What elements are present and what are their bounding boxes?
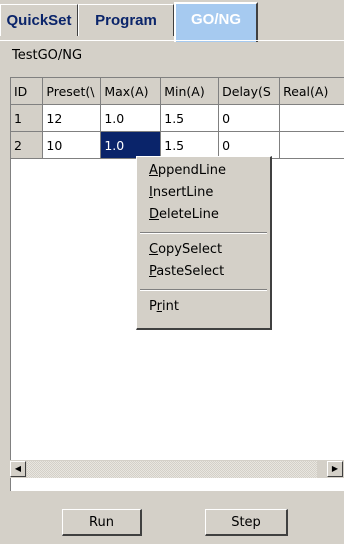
col-header-delay[interactable]: Delay(S [218,78,281,105]
tab-bar: QuickSet Program GO/NG [0,0,344,42]
col-header-id[interactable]: ID [11,78,44,105]
col-header-real[interactable]: Real(A) [279,78,344,105]
scroll-track[interactable] [27,461,317,478]
table-cell[interactable]: 12 [42,104,102,132]
table-cell[interactable] [279,104,344,132]
row-id-cell[interactable]: 2 [11,131,44,159]
scroll-left-button[interactable]: ◀ [10,461,26,477]
step-button[interactable]: Step [205,509,288,536]
arrow-left-icon: ◀ [14,464,22,473]
table-row: 1 12 1.0 1.5 0 [11,104,344,132]
run-button[interactable]: Run [62,509,142,536]
horizontal-scrollbar[interactable]: ◀ ▶ [10,460,344,478]
menu-separator [140,289,267,291]
grid-header-row: ID Preset(\ Max(A) Min(A) Delay(S Real(A… [11,78,344,105]
tab-quickset[interactable]: QuickSet [0,4,78,36]
col-header-preset[interactable]: Preset(\ [42,78,102,105]
col-header-max[interactable]: Max(A) [100,78,162,105]
table-row: 2 10 1.0 1.5 0 [11,131,344,159]
menu-item-copy-select[interactable]: CopySelect [137,239,270,261]
menu-separator [140,232,267,234]
group-label: TestGO/NG [12,48,83,63]
table-cell[interactable]: 0 [218,131,281,159]
col-header-min[interactable]: Min(A) [160,78,220,105]
tab-underline [0,40,344,41]
table-cell[interactable]: 1.5 [160,131,220,159]
tab-go-ng[interactable]: GO/NG [174,2,258,42]
scroll-right-button[interactable]: ▶ [327,461,343,477]
tab-program[interactable]: Program [78,4,174,36]
row-id-cell[interactable]: 1 [11,104,44,132]
selected-cell[interactable]: 1.0 [100,131,162,159]
arrow-right-icon: ▶ [331,464,339,473]
menu-item-delete-line[interactable]: DeleteLine [137,204,270,226]
menu-item-paste-select[interactable]: PasteSelect [137,261,270,283]
table-cell[interactable]: 1.0 [100,104,162,132]
menu-item-append-line[interactable]: AppendLine [137,160,270,182]
table-cell[interactable]: 1.5 [160,104,220,132]
table-cell[interactable]: 10 [42,131,102,159]
table-cell[interactable]: 0 [218,104,281,132]
table-cell[interactable] [279,131,344,159]
menu-item-print[interactable]: Print [137,296,270,318]
menu-item-insert-line[interactable]: InsertLine [137,182,270,204]
context-menu: AppendLine InsertLine DeleteLine CopySel… [136,156,272,330]
